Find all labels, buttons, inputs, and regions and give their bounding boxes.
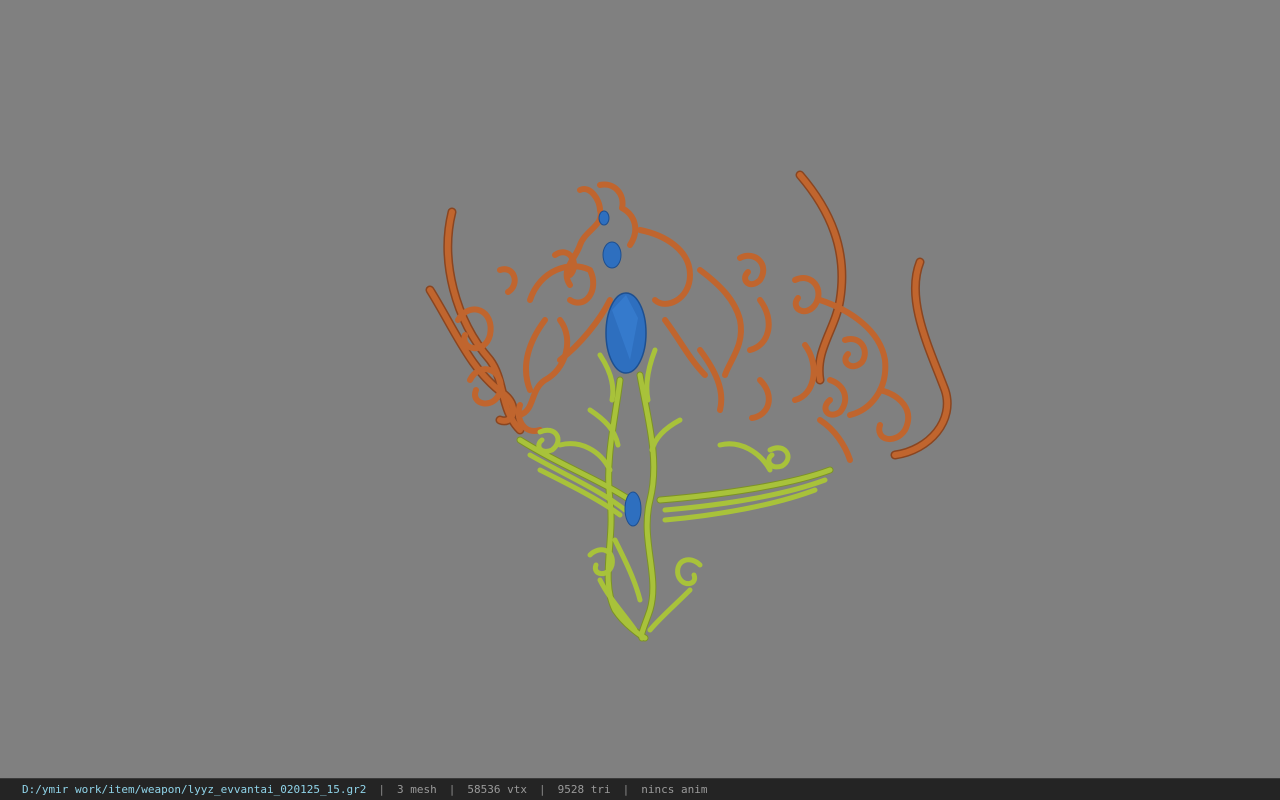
vertex-count: 58536 vtx [467, 783, 527, 796]
vine-mesh [516, 347, 834, 642]
separator: | [538, 783, 546, 796]
separator: | [378, 783, 385, 796]
gem-top [598, 210, 610, 226]
separator: | [622, 783, 630, 796]
animation-status: nincs anim [641, 783, 708, 796]
status-bar: D:/ymir work/item/weapon/lyyz_evvantai_0… [0, 778, 1280, 800]
frame-mesh [425, 170, 952, 463]
triangle-count: 9528 tri [557, 783, 611, 796]
3d-viewport[interactable] [0, 0, 1280, 778]
file-path: D:/ymir work/item/weapon/lyyz_evvantai_0… [22, 783, 367, 796]
gem-lower [624, 491, 642, 527]
gem-upper [602, 241, 622, 269]
mesh-count: 3 mesh [397, 783, 437, 796]
model-render[interactable] [0, 0, 1280, 778]
separator: | [448, 783, 456, 796]
